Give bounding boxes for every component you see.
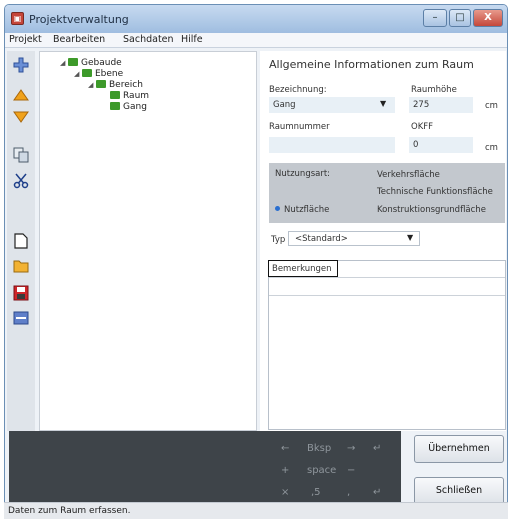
expand-arrow-icon[interactable]: ◢ [74,69,82,80]
dropdown-arrow-icon: ▼ [407,233,414,242]
folder-icon [82,69,92,77]
tree-node-bereich[interactable]: ◢ Bereich [88,80,143,91]
key-minus[interactable]: − [347,465,355,476]
nutzungsart-label: Nutzungsart: [275,169,331,179]
menu-projekt[interactable]: Projekt [9,34,42,45]
plus-icon[interactable] [11,57,31,77]
tree-node-raum[interactable]: Raum [110,91,149,102]
status-text: Daten zum Raum erfassen. [8,506,131,516]
dropdown-arrow-icon: ▼ [380,99,387,108]
raumnummer-input[interactable] [269,137,395,153]
side-toolbar [7,51,35,431]
save-icon[interactable] [11,285,31,305]
expand-arrow-icon[interactable]: ◢ [60,58,68,69]
bemerkungen-tab[interactable]: Bemerkungen [268,260,338,277]
radio-konstruktionsgrundflaeche[interactable]: Konstruktionsgrundfläche [377,205,486,215]
folder-icon [96,80,106,88]
menu-sachdaten[interactable]: Sachdaten [123,34,174,45]
key-right[interactable]: → [347,443,355,454]
key-enter-2[interactable]: ↵ [373,487,381,498]
memo-divider [269,295,505,296]
expand-arrow-icon[interactable]: ◢ [88,80,96,91]
raumhoehe-unit: cm [485,101,498,111]
key-multiply[interactable]: × [281,487,289,498]
raumhoehe-label: Raumhöhe [411,85,457,95]
folder-icon [68,58,78,66]
tree-node-gebaude[interactable]: ◢ Gebaude [60,58,122,69]
radio-selected-icon [275,206,280,211]
minimize-button[interactable]: – [423,9,447,27]
memo-divider [269,277,505,278]
okff-unit: cm [485,143,498,153]
room-icon [110,102,120,110]
apply-button[interactable]: Übernehmen [414,435,504,463]
okff-input[interactable]: 0 [409,137,473,153]
key-backspace[interactable]: Bksp [307,443,331,454]
tree-node-gang[interactable]: Gang [110,102,147,113]
status-bar: Daten zum Raum erfassen. [4,502,508,519]
application-window: ▣ Projektverwaltung – □ X Projekt Bearbe… [4,4,508,519]
key-enter[interactable]: ↵ [373,443,381,454]
radio-nutzflaeche[interactable]: Nutzfläche [275,205,329,215]
minus-icon[interactable] [11,311,31,331]
key-space[interactable]: space [307,465,336,476]
bemerkungen-memo[interactable]: Bemerkungen [268,260,506,430]
bezeichnung-select[interactable]: Gang ▼ [269,97,395,113]
typ-label: Typ [271,235,286,245]
project-tree[interactable]: ◢ Gebaude ◢ Ebene ◢ Bereich Raum Gang [39,51,257,431]
raumnummer-label: Raumnummer [269,122,330,132]
okff-label: OKFF [411,122,434,132]
new-document-icon[interactable] [11,233,31,253]
arrow-down-icon[interactable] [11,111,31,131]
radio-technische-funktionsflaeche[interactable]: Technische Funktionsfläche [377,187,493,197]
bezeichnung-label: Bezeichnung: [269,85,327,95]
key-half[interactable]: ,5 [311,487,321,498]
key-left[interactable]: ← [281,443,289,454]
arrow-up-icon[interactable] [11,89,31,109]
form-heading: Allgemeine Informationen zum Raum [269,58,474,71]
copy-icon[interactable] [11,147,31,167]
virtual-keypad: ← Bksp → ↵ + space − × ,5 , ↵ [9,431,401,507]
open-folder-icon[interactable] [11,259,31,279]
close-button[interactable]: Schließen [414,477,504,505]
tree-node-ebene[interactable]: ◢ Ebene [74,69,123,80]
key-plus[interactable]: + [281,465,289,476]
room-icon [110,91,120,99]
menu-hilfe[interactable]: Hilfe [181,34,203,45]
window-title: Projektverwaltung [29,13,129,26]
typ-select[interactable]: <Standard> ▼ [288,231,420,246]
menu-bar: Projekt Bearbeiten Sachdaten Hilfe [5,33,507,48]
maximize-button[interactable]: □ [449,9,471,27]
scissors-icon[interactable] [11,173,31,193]
radio-verkehrsflaeche[interactable]: Verkehrsfläche [377,170,440,180]
menu-bearbeiten[interactable]: Bearbeiten [53,34,105,45]
title-bar: ▣ Projektverwaltung – □ X [5,5,507,33]
app-icon: ▣ [11,12,24,25]
key-comma[interactable]: , [347,487,350,498]
close-window-button[interactable]: X [473,9,503,27]
raumhoehe-input[interactable]: 275 [409,97,473,113]
